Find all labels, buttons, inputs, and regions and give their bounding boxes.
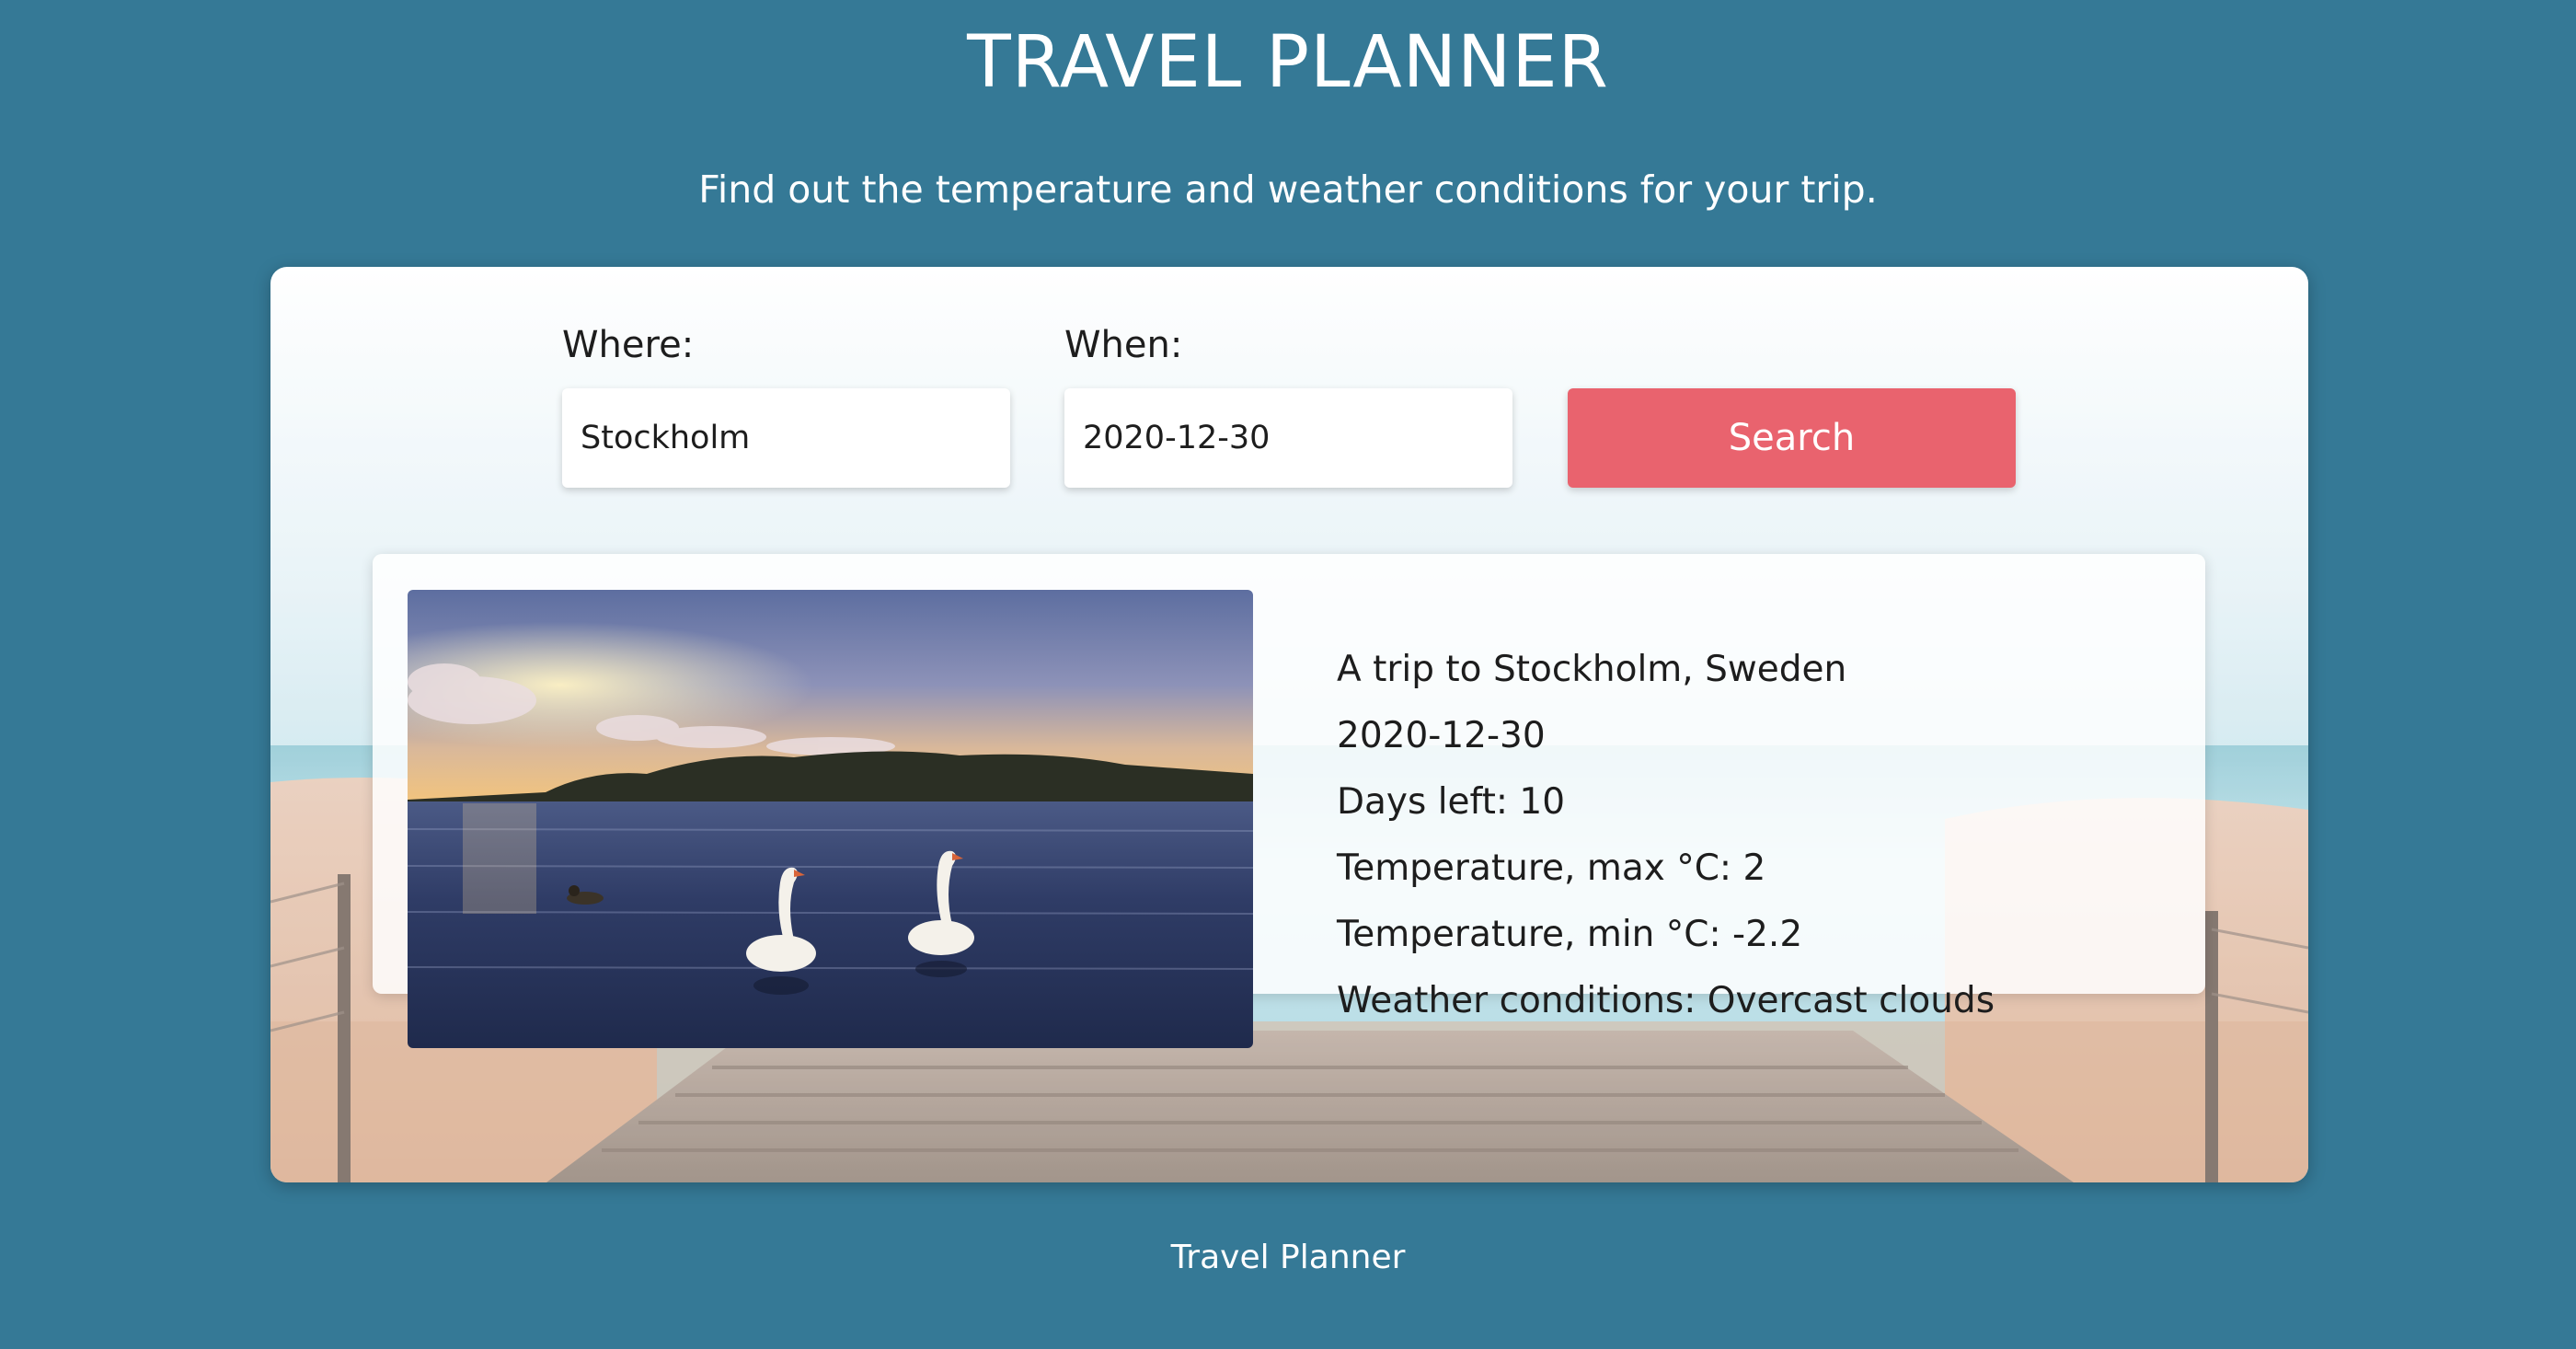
footer-text: Travel Planner: [1170, 1239, 1406, 1276]
days-left: Days left: 10: [1337, 781, 1566, 823]
trip-date: 2020-12-30: [1337, 715, 1546, 756]
temperature-min: Temperature, min °C: -2.2: [1337, 914, 1803, 955]
where-label: Where:: [562, 324, 695, 366]
where-input[interactable]: [562, 388, 1010, 488]
trip-result-card: A trip to Stockholm, Sweden 2020-12-30 D…: [373, 554, 2205, 1048]
search-card: Where: When: Search: [270, 267, 2308, 1182]
search-button[interactable]: Search: [1568, 388, 2016, 488]
when-label: When:: [1064, 324, 1183, 366]
when-date-input[interactable]: [1064, 388, 1512, 488]
weather-conditions: Weather conditions: Overcast clouds: [1337, 980, 1995, 1021]
temperature-max: Temperature, max °C: 2: [1337, 847, 1766, 889]
destination-photo: [408, 590, 1253, 1048]
lake-swans-image: [408, 590, 1253, 1048]
trip-info: A trip to Stockholm, Sweden 2020-12-30 D…: [1337, 637, 2165, 1034]
page-subtitle: Find out the temperature and weather con…: [698, 167, 1878, 212]
page-title: TRAVEL PLANNER: [967, 21, 1609, 104]
trip-title: A trip to Stockholm, Sweden: [1337, 649, 1847, 690]
